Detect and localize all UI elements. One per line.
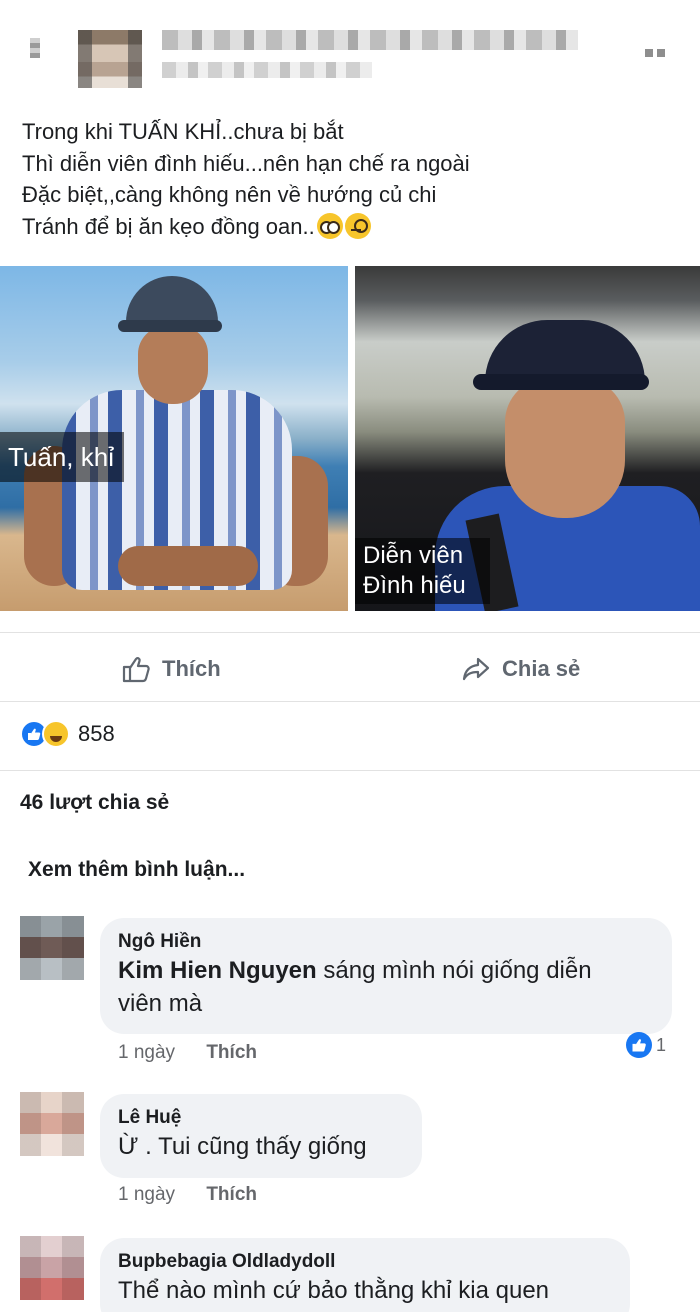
divider — [0, 770, 700, 771]
post-line-text: Tránh để bị ăn kẹo đồng oan.. — [22, 213, 315, 239]
post-header — [0, 0, 700, 100]
post-line-last: Tránh để bị ăn kẹo đồng oan.. — [22, 211, 682, 243]
share-arrow-icon — [462, 657, 490, 681]
comment-text: Kim Hien Nguyen sáng mình nói giống diễn… — [118, 954, 654, 1020]
comment-text-line2: viên mà — [118, 990, 203, 1017]
haha-reaction-icon — [42, 720, 70, 748]
comment-reaction-count: 1 — [656, 1034, 667, 1055]
monocle-face-emoji-icon — [344, 212, 371, 239]
commenter-name[interactable]: Ngô Hiền — [118, 930, 654, 954]
like-reaction-icon — [626, 1032, 652, 1058]
comment-time[interactable]: 1 ngày — [118, 1042, 175, 1063]
photo-right-caption-line1: Diễn viên — [363, 542, 464, 569]
comment-text: Ừ . Tui cũng thấy giống — [118, 1133, 367, 1160]
avatar[interactable] — [20, 916, 84, 980]
avatar[interactable] — [20, 1236, 84, 1300]
photo-left[interactable]: Tuấn, khỉ — [0, 266, 348, 611]
more-options-icon[interactable] — [645, 46, 675, 60]
back-icon[interactable] — [30, 38, 40, 58]
photo-right[interactable]: Diễn viên Đình hiếu — [355, 266, 700, 611]
comment-meta: 1 ngày Thích — [118, 1042, 257, 1064]
comment-meta: 1 ngày Thích — [118, 1184, 257, 1206]
reaction-count: 858 — [78, 721, 115, 746]
post-meta-blurred — [162, 62, 372, 78]
like-button-label: Thích — [162, 656, 221, 681]
commenter-name[interactable]: Bupbebagia Oldladydoll — [118, 1250, 612, 1274]
photo-right-caption-line2: Đình hiếu — [363, 572, 466, 599]
comment-bubble: Lê Huệ Ừ . Tui cũng thấy giống — [100, 1094, 422, 1178]
share-button[interactable]: Chia sẻ — [460, 653, 580, 685]
comment-text-rest: sáng mình nói giống diễn — [316, 957, 592, 984]
comment-bubble: Bupbebagia Oldladydoll Thể nào mình cứ b… — [100, 1238, 630, 1312]
view-more-comments-link[interactable]: Xem thêm bình luận... — [28, 858, 245, 882]
share-button-label: Chia sẻ — [502, 656, 581, 681]
photo-left-caption: Tuấn, khỉ — [0, 432, 124, 482]
commenter-name[interactable]: Lê Huệ — [118, 1106, 404, 1130]
thumbs-up-icon — [122, 657, 150, 683]
comment-like-button[interactable]: Thích — [206, 1042, 257, 1063]
reactions-summary[interactable]: 858 — [20, 720, 115, 748]
post-line: Thì diễn viên đình hiếu...nên hạn chế ra… — [22, 150, 470, 176]
comment-text: Thể nào mình cứ bảo thằng khỉ kia quen — [118, 1277, 550, 1304]
comment-bubble: Ngô Hiền Kim Hien Nguyen sáng mình nói g… — [100, 918, 672, 1034]
post-line: Đặc biệt,,càng không nên về hướng củ chi — [22, 182, 437, 208]
author-avatar[interactable] — [78, 30, 142, 88]
post-text: Trong khi TUẤN KHỈ..chưa bị bắt Thì diễn… — [22, 116, 682, 242]
author-name-blurred[interactable] — [162, 30, 578, 50]
mention-link[interactable]: Kim Hien Nguyen — [118, 957, 317, 984]
comment-like-button[interactable]: Thích — [206, 1184, 257, 1205]
shares-count[interactable]: 46 lượt chia sẻ — [20, 791, 169, 815]
comment-reaction[interactable]: 1 — [626, 1032, 666, 1058]
post-line: Trong khi TUẤN KHỈ..chưa bị bắt — [22, 119, 344, 144]
like-button[interactable]: Thích — [120, 653, 221, 685]
comment-time[interactable]: 1 ngày — [118, 1184, 175, 1205]
post-actions: Thích Chia sẻ — [0, 632, 700, 702]
photo-right-caption: Diễn viên Đình hiếu — [355, 538, 490, 604]
nerd-face-emoji-icon — [316, 212, 343, 239]
avatar[interactable] — [20, 1092, 84, 1156]
